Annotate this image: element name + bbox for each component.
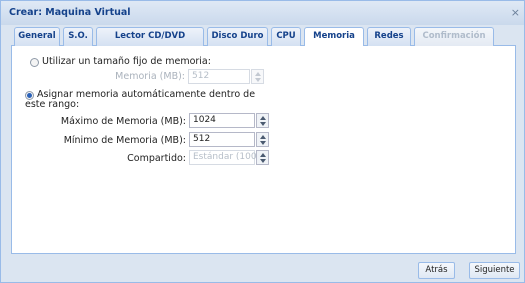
- shared-memory-input: Estándar (1000): [189, 150, 266, 165]
- chevron-down-icon: [260, 141, 266, 145]
- tab-confirmacion: Confirmación: [414, 27, 494, 46]
- dialog-title: Crear: Maquina Virtual: [9, 7, 131, 18]
- tab-cpu[interactable]: CPU: [271, 27, 301, 46]
- chevron-up-icon: [255, 72, 261, 76]
- memory-panel: Utilizar un tamaño fijo de memoria: Memo…: [11, 46, 516, 254]
- tab-general[interactable]: General: [14, 27, 60, 46]
- tab-strip: General S.O. Lector CD/DVD Disco Duro CP…: [11, 26, 516, 47]
- fixed-memory-label: Utilizar un tamaño fijo de memoria:: [42, 56, 211, 67]
- min-memory-input[interactable]: 512: [189, 132, 255, 147]
- min-memory-spinner[interactable]: [256, 132, 269, 147]
- max-memory-input[interactable]: 1024: [189, 113, 255, 128]
- chevron-up-icon: [260, 116, 266, 120]
- memory-mb-input: 512: [188, 69, 250, 84]
- tab-lector-cd-dvd[interactable]: Lector CD/DVD: [96, 27, 204, 46]
- max-memory-spinner[interactable]: [256, 113, 269, 128]
- title-bar: Crear: Maquina Virtual ×: [1, 1, 524, 25]
- tab-redes[interactable]: Redes: [367, 27, 411, 46]
- auto-memory-label-line2: este rango:: [25, 99, 80, 110]
- next-button[interactable]: Siguiente: [469, 262, 520, 279]
- fixed-memory-radio[interactable]: [30, 58, 39, 67]
- tab-memoria[interactable]: Memoria: [304, 27, 364, 47]
- tab-so[interactable]: S.O.: [63, 27, 93, 46]
- close-icon[interactable]: ×: [511, 6, 520, 19]
- shared-memory-label: Compartido:: [127, 153, 186, 164]
- memory-mb-spinner: [251, 69, 264, 84]
- back-button[interactable]: Atrás: [418, 262, 455, 279]
- tab-disco-duro[interactable]: Disco Duro: [207, 27, 268, 46]
- dialog-window: Crear: Maquina Virtual × General S.O. Le…: [0, 0, 525, 283]
- chevron-down-icon: [255, 78, 261, 82]
- chevron-up-icon: [260, 135, 266, 139]
- memory-mb-label: Memoria (MB):: [115, 71, 185, 82]
- chevron-down-icon: [260, 159, 266, 163]
- chevron-up-icon: [260, 153, 266, 157]
- chevron-down-icon: [260, 122, 266, 126]
- shared-memory-spinner[interactable]: [256, 150, 269, 165]
- max-memory-label: Máximo de Memoria (MB):: [60, 116, 186, 127]
- min-memory-label: Mínimo de Memoria (MB):: [63, 135, 186, 146]
